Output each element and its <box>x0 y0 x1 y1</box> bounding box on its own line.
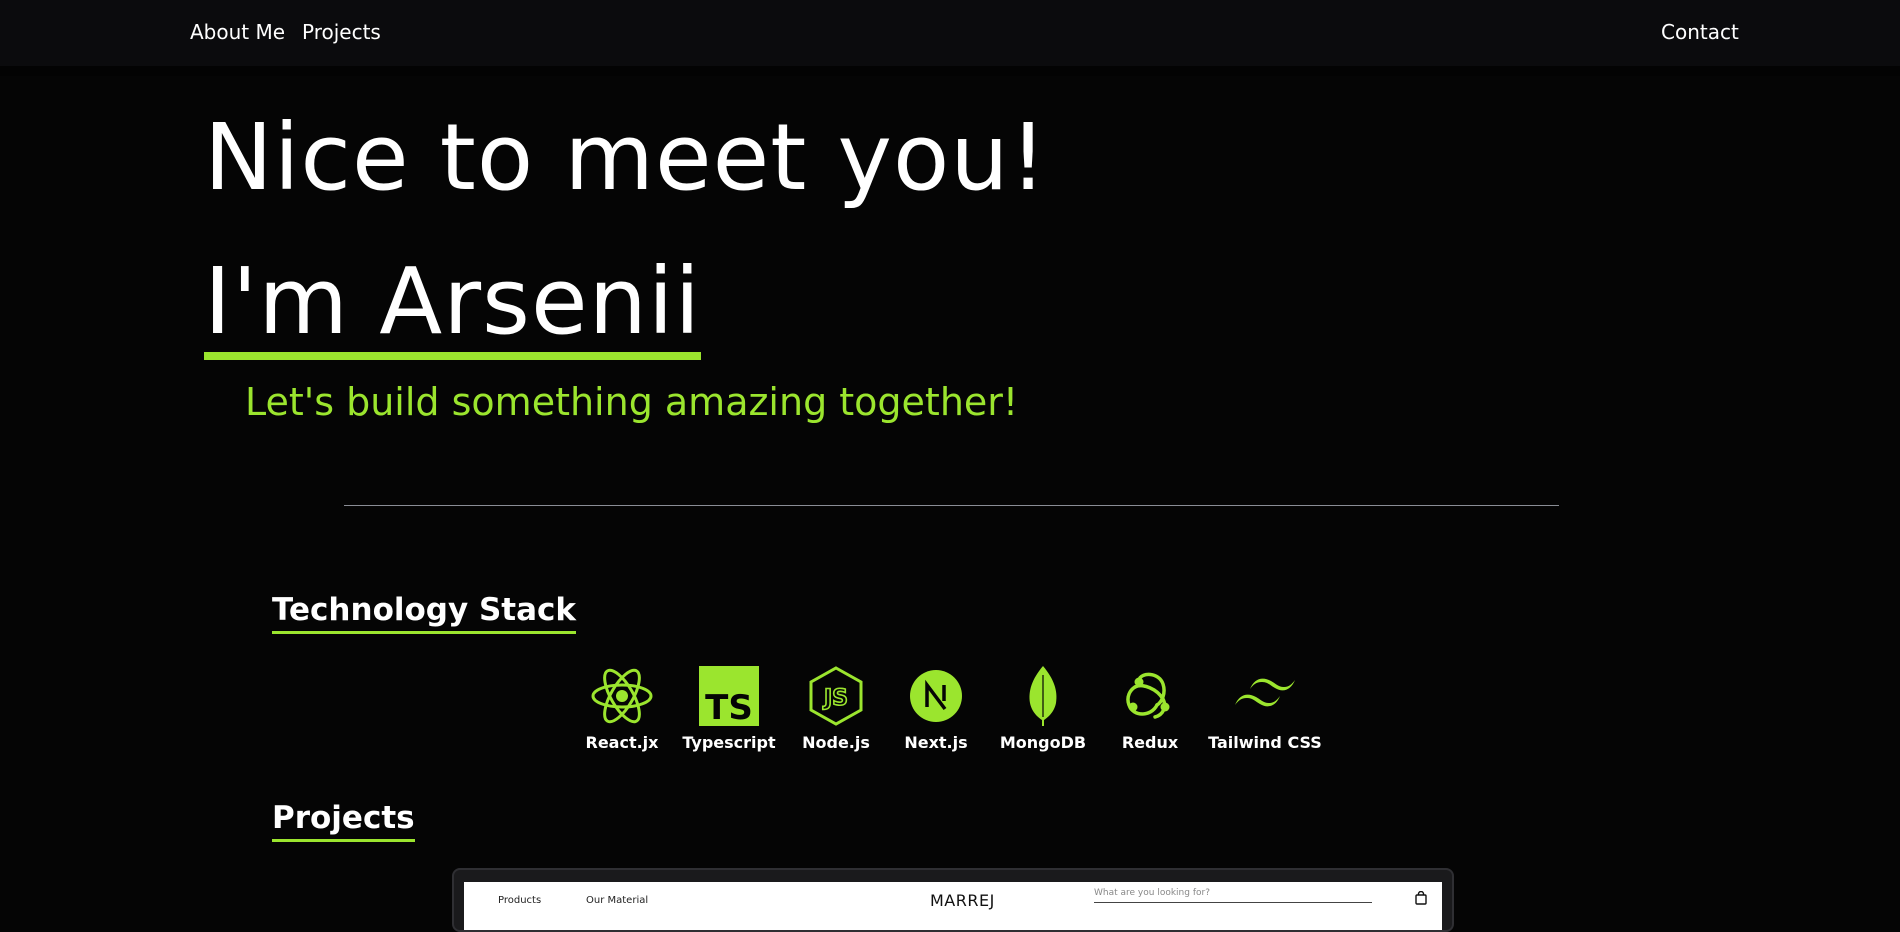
tech-label: Tailwind CSS <box>1208 733 1322 752</box>
nav-about-me[interactable]: About Me <box>190 20 285 44</box>
preview-link-products: Products <box>498 895 542 906</box>
hero-tagline: Let's build something amazing together! <box>245 380 1019 424</box>
project-screenshot: Products Our Material MARREJ What are yo… <box>464 882 1442 930</box>
preview-brand: MARREJ <box>930 891 995 910</box>
preview-search: What are you looking for? <box>1094 888 1372 903</box>
section-divider <box>344 505 1559 506</box>
hero-title: Nice to meet you! <box>204 104 1048 211</box>
tailwind-icon <box>1235 678 1295 707</box>
svg-text:TS: TS <box>705 688 753 727</box>
shopping-bag-icon <box>1415 891 1427 905</box>
nodejs-icon: JS <box>809 666 863 726</box>
projects-title: Projects <box>272 800 415 843</box>
nextjs-icon <box>910 670 962 722</box>
mongodb-icon <box>1029 666 1057 726</box>
tech-item-tailwind: Tailwind CSS <box>1200 665 1330 752</box>
svg-text:JS: JS <box>822 686 848 711</box>
nav-contact[interactable]: Contact <box>1661 20 1739 44</box>
typescript-icon: TS <box>699 666 759 727</box>
tech-item-redux: Redux <box>1085 665 1215 752</box>
tech-stack-title: Technology Stack <box>272 592 577 635</box>
preview-link-material: Our Material <box>586 895 649 906</box>
react-icon <box>591 668 653 724</box>
nav-projects[interactable]: Projects <box>302 20 381 44</box>
hero-name: I'm Arsenii <box>204 256 702 360</box>
tech-label: Redux <box>1121 733 1179 752</box>
project-preview-card[interactable]: Products Our Material MARREJ What are yo… <box>452 868 1454 932</box>
top-nav: About Me Projects Contact <box>0 0 1900 76</box>
redux-icon <box>1126 672 1170 719</box>
